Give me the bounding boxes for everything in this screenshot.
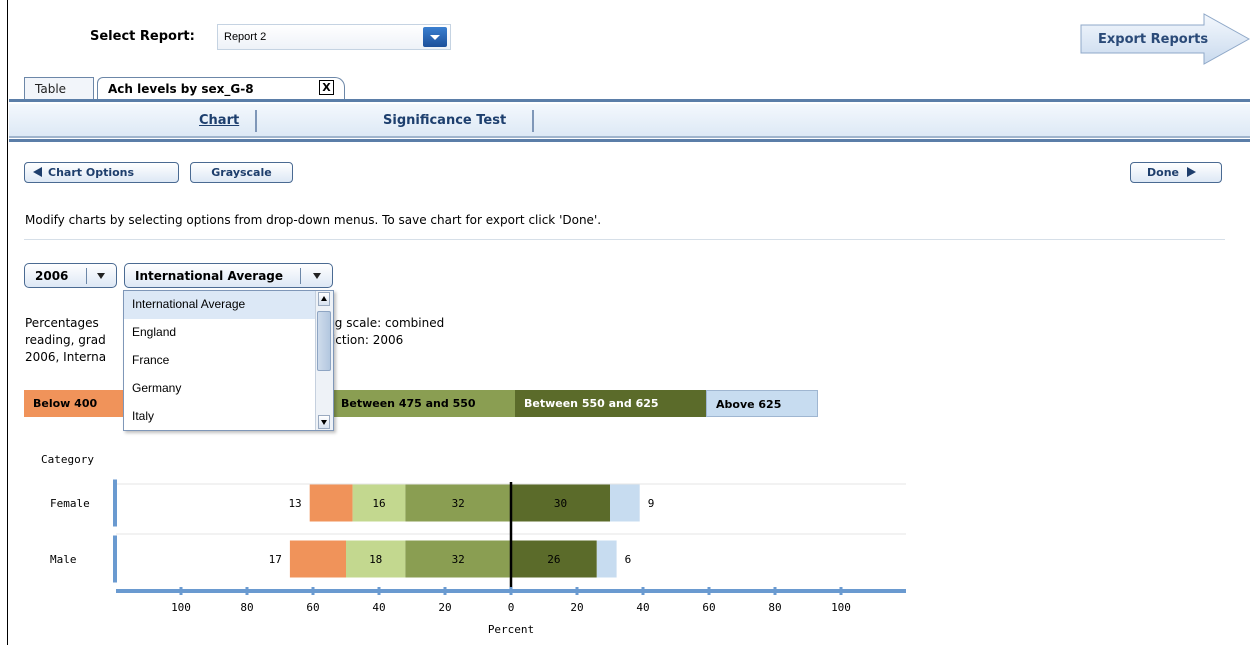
x-tick-label: 0 (508, 601, 515, 614)
arrow-right-icon (1186, 167, 1196, 177)
dropdown-option[interactable]: England (124, 319, 315, 347)
select-report-value: Report 2 (224, 31, 267, 43)
data-label: 32 (452, 553, 465, 566)
dropdown-option[interactable]: International Average (124, 291, 315, 319)
chevron-down-icon (313, 273, 321, 279)
year-dropdown[interactable]: 2006 (24, 263, 117, 288)
scroll-thumb[interactable] (317, 311, 331, 371)
dropdown-option[interactable]: France (124, 347, 315, 375)
row-marker (113, 535, 117, 583)
divider (24, 239, 1225, 240)
data-label: 17 (269, 553, 282, 566)
dropdown-scrollbar[interactable] (315, 291, 333, 430)
done-label: Done (1147, 166, 1179, 179)
dropdown-divider (300, 268, 301, 284)
subtab-chart[interactable]: Chart (199, 113, 239, 128)
row-marker (113, 479, 117, 527)
export-reports-label: Export Reports (1098, 32, 1209, 47)
legend-below-400: Below 400 (24, 390, 124, 417)
subtab-divider (532, 110, 534, 132)
category-label: Female (50, 497, 90, 510)
bar-segment (596, 540, 617, 578)
data-label: 9 (648, 497, 655, 510)
export-reports-button[interactable]: Export Reports (1080, 13, 1250, 65)
data-label: 18 (369, 553, 382, 566)
data-label: 16 (372, 497, 385, 510)
chart-options-label: Chart Options (48, 166, 135, 179)
subtab-divider (255, 110, 257, 132)
x-tick-label: 80 (240, 601, 253, 614)
x-tick-label: 60 (306, 601, 319, 614)
chart-options-button[interactable]: Chart Options (24, 162, 179, 183)
dropdown-arrow-icon[interactable] (423, 27, 447, 47)
select-report-dropdown[interactable]: Report 2 (217, 24, 451, 50)
tab-ach-levels[interactable]: Ach levels by sex_G-8 X (97, 77, 345, 99)
x-tick-label: 80 (768, 601, 781, 614)
scroll-down-icon[interactable] (318, 415, 330, 429)
data-label: 32 (452, 497, 465, 510)
tab-ach-levels-label: Ach levels by sex_G-8 (108, 82, 254, 96)
x-tick-label: 20 (438, 601, 451, 614)
x-tick-label: 40 (636, 601, 649, 614)
tab-table[interactable]: Table (24, 77, 94, 99)
year-value: 2006 (35, 269, 69, 283)
x-tick-label: 60 (702, 601, 715, 614)
legend-475-550: Between 475 and 550 (332, 390, 515, 417)
subtab-bar (9, 104, 1250, 138)
dropdown-divider (86, 268, 87, 284)
done-button[interactable]: Done (1130, 162, 1222, 183)
grayscale-label: Grayscale (211, 166, 272, 179)
jurisdiction-value: International Average (135, 269, 284, 283)
dropdown-option[interactable]: Italy (124, 403, 315, 431)
grayscale-button[interactable]: Grayscale (190, 162, 293, 183)
close-tab-button[interactable]: X (319, 80, 334, 95)
jurisdiction-dropdown[interactable]: International Average (124, 263, 333, 288)
data-label: 26 (547, 553, 560, 566)
instructions-text: Modify charts by selecting options from … (25, 213, 602, 227)
category-label: Male (50, 553, 77, 566)
stacked-bar-chart: Category Female 13 16 32 30 9 Male 17 18 32 26 6 100 8… (41, 453, 906, 636)
data-label: 13 (288, 497, 301, 510)
chevron-down-icon (97, 273, 105, 279)
tab-table-label: Table (35, 82, 67, 96)
y-axis-title: Category (41, 453, 94, 466)
bar-segment (289, 540, 346, 578)
tab-bar-line (9, 99, 1250, 102)
legend-above-625: Above 625 (706, 390, 818, 417)
scroll-up-icon[interactable] (318, 292, 330, 306)
data-label: 30 (554, 497, 567, 510)
x-axis-title: Percent (488, 623, 534, 636)
arrow-left-icon (33, 167, 42, 177)
select-report-label: Select Report: (90, 29, 195, 44)
dropdown-option[interactable]: Germany (124, 375, 315, 403)
subtab-bar-line (9, 139, 1250, 142)
x-tick-label: 100 (171, 601, 191, 614)
jurisdiction-dropdown-list[interactable]: International Average England France Ger… (123, 290, 334, 431)
legend-550-625: Between 550 and 625 (515, 390, 706, 417)
subtab-significance-test[interactable]: Significance Test (383, 113, 506, 128)
bar-segment (610, 484, 640, 522)
data-label: 6 (625, 553, 632, 566)
bar-segment (309, 484, 353, 522)
x-tick-label: 100 (831, 601, 851, 614)
x-tick-label: 40 (372, 601, 385, 614)
x-tick-label: 20 (570, 601, 583, 614)
